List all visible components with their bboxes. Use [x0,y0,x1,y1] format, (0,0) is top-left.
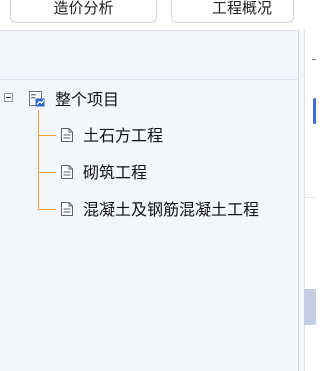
tree-root-project[interactable]: 整个项目 [55,90,119,110]
right-selected-cell[interactable] [313,98,316,124]
tree-branch-line [38,172,56,173]
tab-cost-analysis[interactable]: 造价分析 [10,0,157,23]
project-icon [29,91,45,107]
tab-project-overview-label: 工程概况 [212,0,273,17]
right-header-mark [312,59,316,60]
document-icon [61,202,73,216]
tree-item-earthwork[interactable]: 土石方工程 [83,126,163,146]
right-highlighted-row[interactable] [304,289,316,325]
document-icon [61,128,73,142]
tab-project-overview[interactable]: 工程概况 [171,0,294,23]
panel-header-divider [0,79,298,80]
tree-branch-line [38,135,56,136]
tab-cost-analysis-label: 造价分析 [53,0,114,17]
tree-item-concrete[interactable]: 混凝土及钢筋混凝土工程 [83,200,259,220]
tree-branch-line [38,209,56,210]
tree-item-masonry[interactable]: 砌筑工程 [83,163,147,183]
right-row-divider [304,197,316,198]
panel-top-divider [0,30,298,31]
tree-connector-line [38,110,39,210]
top-tab-bar: 造价分析 工程概况 [0,0,316,30]
collapse-toggle-icon[interactable] [4,93,13,102]
document-icon [61,165,73,179]
